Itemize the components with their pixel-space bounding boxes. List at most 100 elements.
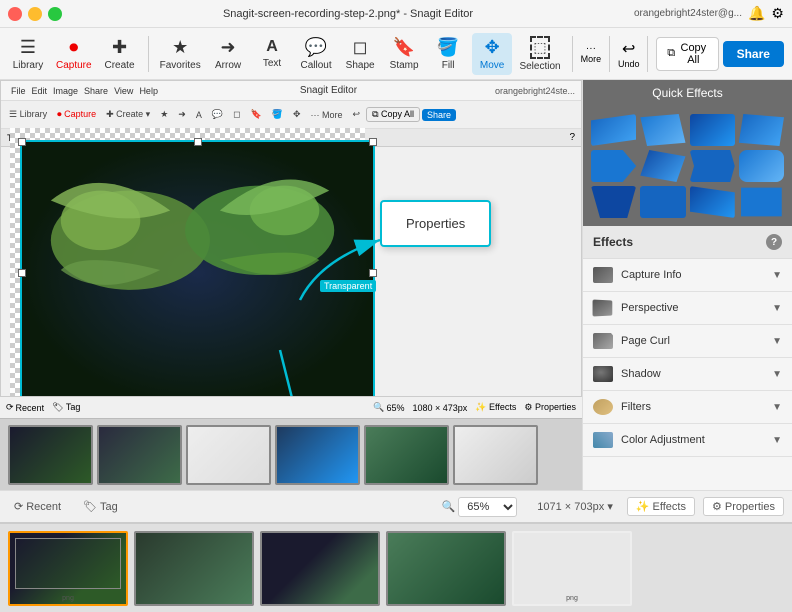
- inner-window-title: Snagit Editor: [162, 85, 495, 96]
- toolbar-selection[interactable]: ⬚ Selection: [516, 32, 564, 76]
- inner-recent[interactable]: ⟳ Recent: [6, 402, 44, 413]
- inner-share-btn[interactable]: Share: [422, 109, 456, 121]
- toolbar-library[interactable]: ☰ Library: [8, 33, 48, 75]
- properties-button[interactable]: ⚙ Properties: [703, 497, 784, 516]
- effect-perspective[interactable]: Perspective ▼: [583, 292, 792, 325]
- toolbar-separator-1: [148, 36, 149, 72]
- toolbar-favorites[interactable]: ★ Favorites: [156, 33, 204, 75]
- inner-share-menu[interactable]: Share: [84, 86, 108, 96]
- thumb-6[interactable]: [453, 425, 538, 485]
- toolbar-separator-2: [572, 36, 573, 72]
- settings-icon[interactable]: ⚙: [771, 5, 784, 22]
- minimize-button[interactable]: [28, 7, 42, 21]
- inner-text-btn[interactable]: A: [192, 108, 206, 122]
- inner-fill-btn[interactable]: 🪣: [268, 107, 287, 122]
- color-adjustment-icon: [593, 432, 613, 448]
- inner-tag[interactable]: 🏷 Tag: [52, 402, 80, 413]
- title-bar-right: orangebright24ster@g... 🔔 ⚙: [634, 5, 784, 22]
- dimensions-indicator[interactable]: 1071 × 703px ▾: [531, 498, 619, 515]
- inner-view-menu[interactable]: View: [114, 86, 133, 96]
- close-button[interactable]: [8, 7, 22, 21]
- share-button[interactable]: Share: [723, 41, 784, 67]
- recent-button[interactable]: ⟳ Recent: [8, 498, 67, 515]
- inner-arrow-btn[interactable]: ➜: [174, 107, 190, 122]
- quick-effect-12[interactable]: [739, 186, 784, 218]
- quick-effect-4[interactable]: [739, 114, 784, 146]
- thumb-2-image: [99, 427, 180, 483]
- inner-zoom[interactable]: 🔍 65%: [373, 402, 404, 413]
- fill-icon: 🪣: [437, 37, 459, 58]
- copy-icon: ⧉: [667, 47, 675, 60]
- toolbar-undo[interactable]: ↩ Undo: [618, 39, 640, 69]
- effect-capture-info[interactable]: Capture Info ▼: [583, 259, 792, 292]
- maximize-button[interactable]: [48, 7, 62, 21]
- canvas-image[interactable]: [20, 140, 375, 405]
- effects-button[interactable]: ✨ Effects: [627, 497, 695, 516]
- toolbar-fill[interactable]: 🪣 Fill: [428, 33, 468, 75]
- thumb-4[interactable]: [275, 425, 360, 485]
- thumb-2[interactable]: [97, 425, 182, 485]
- callout-label: Transparent: [320, 280, 376, 292]
- toolbar-separator-4: [647, 36, 648, 72]
- quick-effect-5[interactable]: [591, 150, 636, 182]
- effect-shadow[interactable]: Shadow ▼: [583, 358, 792, 391]
- toolbar-more[interactable]: ··· More: [581, 43, 602, 64]
- inner-undo-btn[interactable]: ↩: [349, 107, 365, 122]
- inner-fav-btn[interactable]: ★: [156, 107, 172, 122]
- inner-effects-btn[interactable]: ✨ Effects: [475, 402, 516, 413]
- effect-page-curl[interactable]: Page Curl ▼: [583, 325, 792, 358]
- canvas-area[interactable]: File Edit Image Share View Help Snagit E…: [0, 80, 582, 490]
- copy-all-button[interactable]: ⧉ Copy All: [656, 37, 718, 71]
- inner-more-btn[interactable]: ··· More: [307, 108, 347, 122]
- inner-library-btn[interactable]: ☰ Library: [5, 107, 51, 122]
- inner-create-btn[interactable]: ✚ Create ▾: [102, 107, 154, 122]
- inner-dimensions: 1080 × 473px: [413, 403, 468, 413]
- toolbar-callout[interactable]: 💬 Callout: [296, 33, 336, 75]
- thumb-3[interactable]: [186, 425, 271, 485]
- inner-help-menu[interactable]: Help: [139, 86, 158, 96]
- inner-properties-btn[interactable]: ⚙ Properties: [524, 402, 576, 413]
- tag-icon: 🏷: [83, 500, 97, 513]
- inner-move-btn[interactable]: ✥: [289, 107, 305, 122]
- properties-popup-label: Properties: [406, 216, 465, 231]
- inner-stamp-btn[interactable]: 🔖: [247, 107, 266, 122]
- effect-color-adjustment[interactable]: Color Adjustment ▼: [583, 424, 792, 457]
- selection-icon: ⬚: [530, 36, 549, 59]
- effect-shadow-arrow: ▼: [772, 369, 782, 380]
- bottom-bar-left: ⟳ Recent 🏷 Tag: [8, 498, 124, 515]
- arrow-icon: ➜: [221, 37, 236, 58]
- tool-properties-help[interactable]: ?: [569, 132, 575, 143]
- quick-effect-8[interactable]: [739, 150, 784, 182]
- toolbar-capture[interactable]: ⏺ Capture: [52, 33, 96, 75]
- toolbar-arrow[interactable]: ➜ Arrow: [208, 33, 248, 75]
- quick-effect-9[interactable]: [591, 186, 636, 218]
- effect-perspective-label: Perspective: [621, 302, 764, 314]
- inner-edit-menu[interactable]: Edit: [32, 86, 48, 96]
- tag-button[interactable]: 🏷 Tag: [77, 498, 124, 515]
- inner-capture-btn[interactable]: ⏺ Capture: [53, 107, 100, 122]
- quick-effect-1[interactable]: [591, 114, 636, 146]
- thumb-1[interactable]: [8, 425, 93, 485]
- effects-help-button[interactable]: ?: [766, 234, 782, 250]
- outer-thumb-strip: png png: [0, 522, 792, 612]
- quick-effect-10[interactable]: [640, 186, 685, 218]
- toolbar-create[interactable]: ✚ Create: [100, 33, 140, 75]
- zoom-indicator[interactable]: 🔍 65% 50% 75% 100%: [436, 495, 524, 519]
- quick-effect-3[interactable]: [690, 114, 735, 146]
- toolbar-move[interactable]: ✥ Move: [472, 33, 512, 75]
- quick-effect-6[interactable]: [640, 150, 685, 182]
- effect-filters[interactable]: Filters ▼: [583, 391, 792, 424]
- thumb-5[interactable]: [364, 425, 449, 485]
- inner-callout-btn[interactable]: 💬: [208, 107, 227, 122]
- toolbar-stamp[interactable]: 🔖 Stamp: [384, 33, 424, 75]
- toolbar-shape[interactable]: ◻ Shape: [340, 33, 380, 75]
- inner-copy-all-btn[interactable]: ⧉ Copy All: [366, 107, 420, 122]
- inner-file-menu[interactable]: File: [11, 86, 26, 96]
- quick-effect-2[interactable]: [640, 114, 685, 146]
- toolbar-text[interactable]: A Text: [252, 34, 292, 73]
- quick-effect-11[interactable]: [690, 186, 735, 218]
- zoom-select[interactable]: 65% 50% 75% 100%: [458, 497, 517, 517]
- inner-shape-btn[interactable]: ◻: [229, 107, 244, 122]
- quick-effect-7[interactable]: [690, 150, 735, 182]
- inner-image-menu[interactable]: Image: [53, 86, 78, 96]
